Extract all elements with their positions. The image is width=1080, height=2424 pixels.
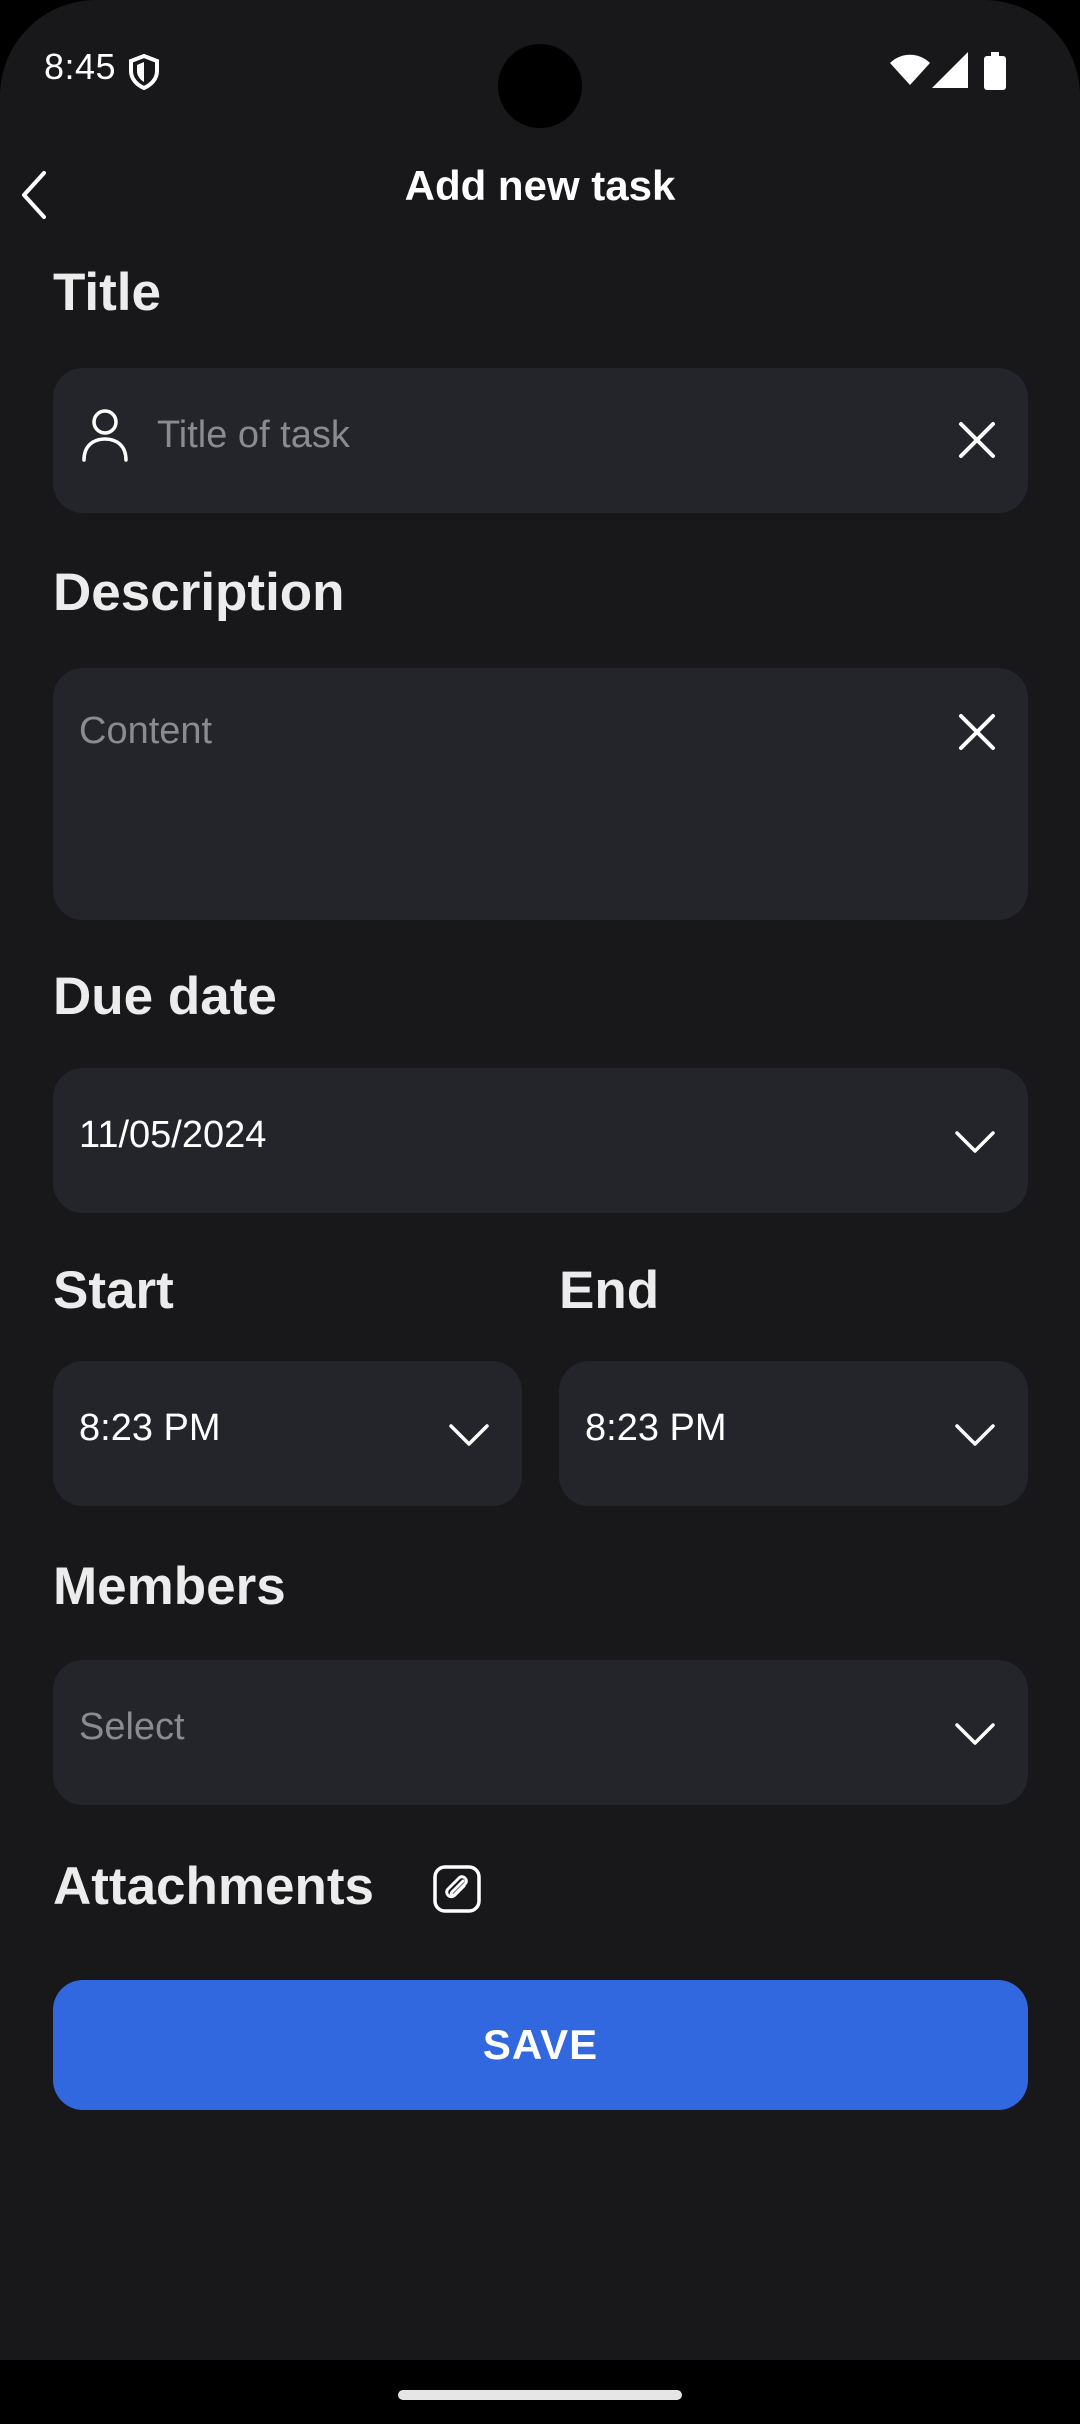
start-time-value: 8:23 PM [79, 1407, 221, 1449]
chevron-down-icon [955, 1424, 995, 1446]
members-placeholder: Select [79, 1706, 185, 1748]
chevron-down-icon [955, 1723, 995, 1745]
description-input[interactable]: Content [53, 668, 1028, 920]
status-bar: 8:45 [0, 0, 1080, 140]
clear-description-icon[interactable] [957, 712, 997, 752]
save-button[interactable]: SAVE [53, 1980, 1028, 2110]
signal-icon [932, 52, 968, 88]
due-date-select[interactable]: 11/05/2024 [53, 1068, 1028, 1213]
page-title: Add new task [404, 162, 676, 209]
shield-icon [129, 54, 159, 90]
members-select[interactable]: Select [53, 1660, 1028, 1805]
description-label: Description [53, 563, 345, 622]
description-placeholder: Content [79, 710, 213, 752]
camera-cutout [498, 44, 582, 128]
chevron-down-icon [955, 1131, 995, 1153]
title-input[interactable]: Title of task [53, 368, 1028, 513]
app-screen: 8:45 Add new task Title Title of task De… [0, 0, 1080, 2360]
attachment-icon[interactable] [432, 1864, 482, 1914]
end-time-select[interactable]: 8:23 PM [559, 1361, 1028, 1506]
title-label: Title [53, 263, 161, 322]
person-icon [82, 409, 128, 462]
start-label: Start [53, 1261, 174, 1320]
end-time-value: 8:23 PM [585, 1407, 727, 1449]
chevron-down-icon [449, 1424, 489, 1446]
battery-icon [984, 52, 1006, 90]
home-indicator[interactable] [398, 2390, 682, 2400]
start-time-select[interactable]: 8:23 PM [53, 1361, 522, 1506]
wifi-icon [890, 54, 930, 85]
status-time: 8:45 [44, 46, 117, 87]
title-placeholder: Title of task [157, 414, 350, 456]
end-label: End [559, 1261, 660, 1320]
due-date-label: Due date [53, 967, 277, 1026]
members-label: Members [53, 1557, 286, 1616]
due-date-value: 11/05/2024 [79, 1114, 267, 1156]
attachments-label: Attachments [53, 1857, 375, 1916]
clear-title-icon[interactable] [957, 420, 997, 460]
